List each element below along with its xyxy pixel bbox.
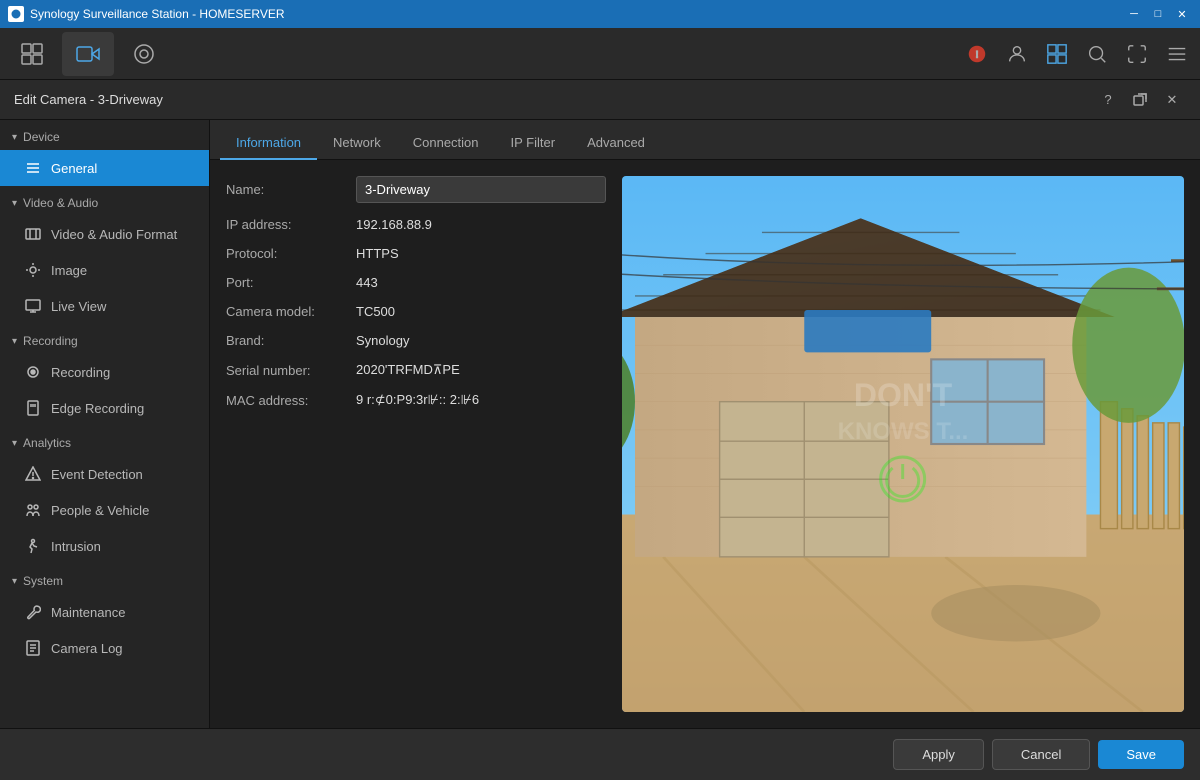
tab-bar: Information Network Connection IP Filter… [210, 120, 1200, 160]
sidebar-item-image[interactable]: Image [0, 252, 209, 288]
menu-button[interactable] [1160, 37, 1194, 71]
management-button[interactable] [6, 32, 58, 76]
chevron-down-icon: ▾ [12, 336, 17, 347]
brand-value: Synology [356, 333, 409, 348]
preview-image: DON'T KNOWS T... [622, 176, 1184, 712]
minimize-button[interactable]: ─ [1124, 4, 1144, 24]
chevron-down-icon: ▾ [12, 198, 17, 209]
people-icon [24, 501, 42, 519]
sidebar-item-edge-recording[interactable]: Edge Recording [0, 390, 209, 426]
window-controls: ─ □ ✕ [1124, 4, 1192, 24]
ip-label: IP address: [226, 217, 356, 232]
tab-advanced[interactable]: Advanced [571, 127, 661, 160]
search-button[interactable] [1080, 37, 1114, 71]
list-icon [24, 159, 42, 177]
content-area: Name: IP address: 192.168.88.9 Protocol:… [210, 160, 1200, 728]
serial-label: Serial number: [226, 363, 356, 378]
sidebar-item-people-vehicle[interactable]: People & Vehicle [0, 492, 209, 528]
port-value: 443 [356, 275, 378, 290]
log-icon [24, 639, 42, 657]
sidebar-section-analytics[interactable]: ▾ Analytics [0, 426, 209, 456]
film-icon [24, 225, 42, 243]
alert-icon [24, 465, 42, 483]
ip-row: IP address: 192.168.88.9 [226, 217, 606, 232]
notifications-button[interactable]: ! [960, 37, 994, 71]
brand-row: Brand: Synology [226, 333, 606, 348]
sidebar-section-recording[interactable]: ▾ Recording [0, 324, 209, 354]
apply-button[interactable]: Apply [893, 739, 984, 770]
dialog-footer: Apply Cancel Save [0, 728, 1200, 780]
tab-information[interactable]: Information [220, 127, 317, 160]
camera-model-label: Camera model: [226, 304, 356, 319]
chevron-icon: ▾ [12, 132, 17, 143]
dialog-close-button[interactable]: ✕ [1158, 86, 1186, 114]
mac-value: 9 r:⊄0:P9:3r⊮:: 2:⊮6 [356, 392, 479, 408]
user-button[interactable] [1000, 37, 1034, 71]
camera-model-value: TC500 [356, 304, 395, 319]
walk-icon [24, 537, 42, 555]
brand-label: Brand: [226, 333, 356, 348]
sidebar-section-video-audio[interactable]: ▾ Video & Audio [0, 186, 209, 216]
wrench-icon [24, 603, 42, 621]
close-button[interactable]: ✕ [1172, 4, 1192, 24]
sidebar-item-event-detection[interactable]: Event Detection [0, 456, 209, 492]
layout-button[interactable] [1040, 37, 1074, 71]
sidebar-section-device: ▾ Device [0, 120, 209, 150]
name-label: Name: [226, 182, 356, 197]
mac-row: MAC address: 9 r:⊄0:P9:3r⊮:: 2:⊮6 [226, 392, 606, 408]
edit-camera-bar: Edit Camera - 3-Driveway ? ✕ [0, 80, 1200, 120]
sidebar-section-system[interactable]: ▾ System [0, 564, 209, 594]
app-title: Synology Surveillance Station - HOMESERV… [30, 7, 1124, 21]
titlebar: Synology Surveillance Station - HOMESERV… [0, 0, 1200, 28]
sidebar-item-live-view[interactable]: Live View [0, 288, 209, 324]
dialog-body: ▾ Device General ▾ Video & Audio [0, 120, 1200, 728]
app-toolbar: ! [0, 28, 1200, 80]
sidebar-item-camera-log[interactable]: Camera Log [0, 630, 209, 666]
sidebar-item-video-audio-format[interactable]: Video & Audio Format [0, 216, 209, 252]
chevron-down-icon: ▾ [12, 576, 17, 587]
protocol-row: Protocol: HTTPS [226, 246, 606, 261]
serial-row: Serial number: 2020'TRFMD⊼PE [226, 362, 606, 378]
sidebar-item-maintenance[interactable]: Maintenance [0, 594, 209, 630]
tab-connection[interactable]: Connection [397, 127, 495, 160]
fullscreen-button[interactable] [1120, 37, 1154, 71]
record-icon [24, 363, 42, 381]
protocol-value: HTTPS [356, 246, 399, 261]
sidebar: ▾ Device General ▾ Video & Audio [0, 120, 210, 728]
sun-icon [24, 261, 42, 279]
svg-text:!: ! [976, 49, 979, 59]
cancel-button[interactable]: Cancel [992, 739, 1090, 770]
mac-label: MAC address: [226, 393, 356, 408]
maximize-button[interactable]: □ [1148, 4, 1168, 24]
port-row: Port: 443 [226, 275, 606, 290]
save-button[interactable]: Save [1098, 740, 1184, 769]
tab-network[interactable]: Network [317, 127, 397, 160]
help-button[interactable]: ? [1094, 86, 1122, 114]
sidebar-item-recording[interactable]: Recording [0, 354, 209, 390]
port-label: Port: [226, 275, 356, 290]
info-form: Name: IP address: 192.168.88.9 Protocol:… [226, 176, 606, 712]
app-icon [8, 6, 24, 22]
monitor-icon [24, 297, 42, 315]
camera-model-row: Camera model: TC500 [226, 304, 606, 319]
name-row: Name: [226, 176, 606, 203]
tab-ip-filter[interactable]: IP Filter [495, 127, 572, 160]
sidebar-item-intrusion[interactable]: Intrusion [0, 528, 209, 564]
edit-camera-title: Edit Camera - 3-Driveway [14, 92, 1094, 107]
sd-icon [24, 399, 42, 417]
ip-value: 192.168.88.9 [356, 217, 432, 232]
camera-preview: DON'T KNOWS T... [622, 176, 1184, 712]
serial-value: 2020'TRFMD⊼PE [356, 362, 460, 378]
main-content: Information Network Connection IP Filter… [210, 120, 1200, 728]
protocol-label: Protocol: [226, 246, 356, 261]
popout-button[interactable] [1126, 86, 1154, 114]
chevron-down-icon: ▾ [12, 438, 17, 449]
name-input[interactable] [356, 176, 606, 203]
camera-button[interactable] [62, 32, 114, 76]
sidebar-item-general[interactable]: General [0, 150, 209, 186]
lens-button[interactable] [118, 32, 170, 76]
